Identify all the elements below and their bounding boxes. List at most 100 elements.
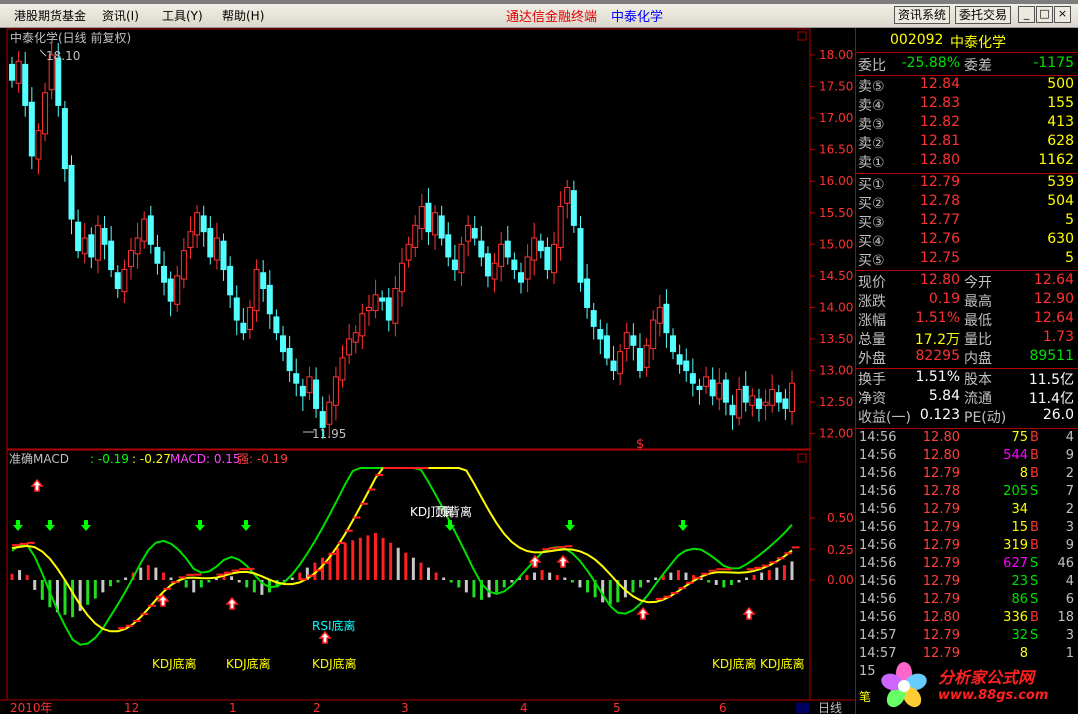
stat-label: 收益(一) — [858, 410, 911, 426]
candle-body — [75, 221, 82, 252]
tick-row: 14:56 12.80 75 B 4 — [856, 430, 1078, 448]
candle-body — [68, 164, 75, 220]
scroll-indicator[interactable] — [796, 703, 810, 713]
candle-body — [484, 253, 491, 277]
annotation-kdj-bottom: KDJ底离 — [712, 656, 757, 671]
candle-body — [266, 284, 273, 315]
y-tick-label: 15.00 — [819, 237, 853, 251]
close-icon[interactable]: × — [1054, 6, 1071, 23]
tick-count: 7 — [1065, 484, 1074, 499]
stat-label: 换手 — [858, 372, 886, 388]
candle-body — [207, 228, 214, 258]
histogram-bar — [419, 562, 423, 580]
minimize-icon[interactable]: _ — [1018, 6, 1035, 23]
histogram-bar — [714, 580, 718, 585]
tick-price: 12.80 — [922, 610, 960, 625]
stat-label: 今开 — [964, 275, 992, 291]
main-chart-corner-box[interactable] — [797, 31, 807, 41]
menu-item-news[interactable]: 资讯(I) — [102, 7, 139, 24]
candle-body — [28, 101, 35, 157]
histogram-bar — [782, 565, 786, 580]
macd-dif-line — [11, 467, 793, 646]
histogram-bar — [752, 575, 756, 580]
tick-direction: S — [1030, 484, 1039, 499]
tick-row: 14:57 12.79 32 S 3 — [856, 628, 1078, 646]
indicator-corner-box[interactable] — [797, 453, 807, 463]
news-system-button[interactable]: 资讯系统 — [894, 6, 951, 24]
ask-price: 12.80 — [919, 152, 960, 168]
menu-item-tools[interactable]: 工具(Y) — [162, 7, 203, 24]
tick-count: 3 — [1065, 520, 1074, 535]
tick-volume: 336 — [1003, 610, 1028, 625]
tick-volume: 15 — [1011, 520, 1028, 535]
candle-body — [478, 240, 485, 258]
histogram-bar — [684, 572, 688, 580]
stat-label: 净资 — [858, 391, 886, 407]
trade-button[interactable]: 委托交易 — [955, 6, 1012, 24]
ask-volume: 628 — [1047, 133, 1074, 149]
histogram-bar — [540, 570, 544, 580]
pen-tab[interactable]: 笔 — [859, 688, 871, 705]
y-tick-label: 15.50 — [819, 206, 853, 220]
separator — [856, 52, 1078, 53]
diff-value: -1175 — [1033, 55, 1074, 71]
time-label: 3 — [401, 701, 409, 714]
histogram-bar — [487, 580, 491, 598]
histogram-bar — [729, 580, 733, 585]
histogram-bar — [548, 572, 552, 580]
histogram-bar — [207, 580, 211, 583]
tick-volume: 627 — [1003, 556, 1028, 571]
candle-body — [517, 272, 524, 283]
histogram-bar — [86, 580, 90, 605]
candle-body — [332, 376, 339, 406]
candle-body — [789, 382, 795, 413]
candle-body — [742, 385, 749, 403]
tick-price: 12.78 — [922, 484, 960, 499]
main-chart-title: 中泰化学(日线 前复权) — [10, 30, 131, 45]
kline-svg[interactable]: 中泰化学(日线 前复权) 18.0017.5017.0016.5016.0015… — [0, 28, 855, 714]
up-arrow-icon — [318, 630, 332, 644]
bid-price: 12.78 — [919, 193, 960, 209]
tick-direction: B — [1030, 610, 1039, 625]
candle-body — [465, 224, 472, 242]
tick-direction: S — [1030, 628, 1039, 643]
tick-price: 12.79 — [922, 556, 960, 571]
candle-body — [273, 316, 280, 334]
tick-row: 14:56 12.79 319 B 9 — [856, 538, 1078, 556]
bid-volume: 504 — [1047, 193, 1074, 209]
histogram-bar — [427, 567, 431, 580]
histogram-bar — [396, 547, 400, 580]
period-button[interactable]: 日线 — [818, 701, 842, 714]
tick-volume: 23 — [1011, 574, 1028, 589]
candle-body — [524, 256, 531, 280]
stat-row: 涨幅 1.51% 最低 12.64 — [856, 310, 1078, 329]
stock-title: 中泰化学 — [611, 10, 664, 25]
candle-body — [650, 319, 657, 349]
tick-row: 14:56 12.79 86 S 6 — [856, 592, 1078, 610]
candle-body — [61, 108, 68, 170]
tick-volume: 32 — [1011, 628, 1028, 643]
candle-body — [775, 392, 782, 403]
histogram-bar — [502, 580, 506, 588]
up-arrow-icon — [556, 554, 570, 568]
tick-direction: B — [1030, 520, 1039, 535]
time-label: 2010年 — [10, 701, 53, 714]
menu-item-hk-futures[interactable]: 港股期货基金 — [14, 7, 86, 24]
menu-item-help[interactable]: 帮助(H) — [222, 7, 264, 24]
maximize-icon[interactable]: □ — [1036, 6, 1053, 23]
y-tick-label: 12.50 — [819, 395, 853, 409]
candle-body — [636, 347, 643, 372]
chart-area[interactable]: 中泰化学(日线 前复权) 18.00 17.50 17.00 16.50 16.00 15… — [0, 28, 855, 714]
histogram-bar — [25, 575, 29, 580]
ind-y-tick: 0.50 — [827, 511, 854, 525]
candle-body — [55, 57, 62, 106]
indicator-macd-value: MACD: 0.15 — [170, 452, 241, 466]
y-tick-label: 16.00 — [819, 174, 853, 188]
candle-body — [603, 335, 610, 359]
histogram-bar — [442, 577, 446, 580]
histogram-bar — [18, 570, 22, 580]
candle-body — [114, 272, 121, 289]
bid-volume: 5 — [1065, 250, 1074, 266]
candle-body — [180, 250, 187, 280]
candle-body — [194, 212, 201, 236]
